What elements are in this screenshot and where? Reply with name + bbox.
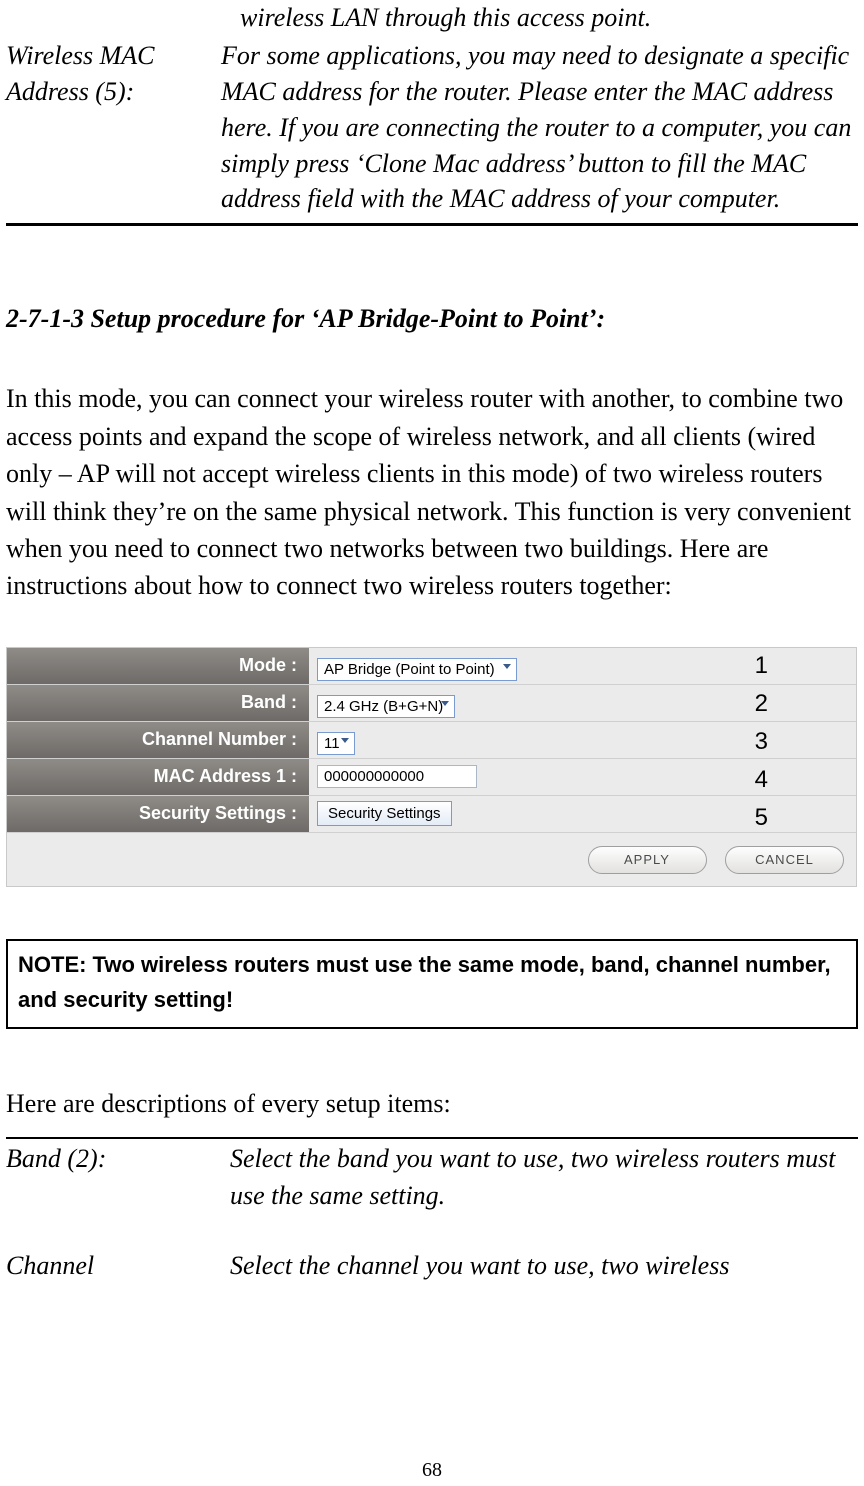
callout-1: 1 <box>755 652 768 680</box>
desc-row-channel: Channel Select the channel you want to u… <box>6 1248 858 1284</box>
action-row: APPLY CANCEL <box>7 833 856 886</box>
mode-label: Mode : <box>7 648 309 684</box>
page-number: 68 <box>0 1459 864 1482</box>
section-title: 2-7-1-3 Setup procedure for ‘AP Bridge-P… <box>6 304 858 334</box>
band-select[interactable] <box>317 695 455 718</box>
security-label: Security Settings : <box>7 796 309 832</box>
mac1-label: MAC Address 1 : <box>7 759 309 795</box>
wlan-fragment-text: wireless LAN through this access point. <box>240 0 858 36</box>
config-row-security: Security Settings : Security Settings <box>7 796 856 833</box>
config-panel: Mode : Band : Channel Number : <box>6 647 857 887</box>
config-row-channel: Channel Number : <box>7 722 856 759</box>
wireless-mac-row: Wireless MAC Address (5): For some appli… <box>6 38 858 217</box>
channel-label: Channel Number : <box>7 722 309 758</box>
config-row-mac1: MAC Address 1 : <box>7 759 856 796</box>
section-divider <box>6 223 858 226</box>
channel-select[interactable] <box>317 732 355 755</box>
wireless-mac-label: Wireless MAC Address (5): <box>6 38 221 110</box>
config-row-band: Band : <box>7 685 856 722</box>
descriptions-intro: Here are descriptions of every setup ite… <box>6 1089 858 1119</box>
wireless-mac-description: For some applications, you may need to d… <box>221 38 858 217</box>
callout-4: 4 <box>755 766 768 794</box>
band-label: Band : <box>7 685 309 721</box>
desc-channel-label: Channel <box>6 1248 230 1284</box>
callout-5: 5 <box>755 804 768 832</box>
desc-row-band: Band (2): Select the band you want to us… <box>6 1141 858 1214</box>
note-box: NOTE: Two wireless routers must use the … <box>6 939 858 1029</box>
cancel-button[interactable]: CANCEL <box>725 846 844 874</box>
mode-select[interactable] <box>317 658 517 681</box>
callout-3: 3 <box>755 728 768 756</box>
mac1-input[interactable] <box>317 765 477 788</box>
apply-button[interactable]: APPLY <box>588 846 707 874</box>
descriptions-divider <box>6 1137 858 1139</box>
callout-column: 1 2 3 4 5 <box>755 652 768 832</box>
security-settings-button[interactable]: Security Settings <box>317 801 452 826</box>
desc-band-text: Select the band you want to use, two wir… <box>230 1141 858 1214</box>
callout-2: 2 <box>755 690 768 718</box>
desc-band-label: Band (2): <box>6 1141 230 1214</box>
desc-channel-text: Select the channel you want to use, two … <box>230 1248 729 1284</box>
config-row-mode: Mode : <box>7 648 856 685</box>
intro-paragraph: In this mode, you can connect your wirel… <box>6 380 858 605</box>
